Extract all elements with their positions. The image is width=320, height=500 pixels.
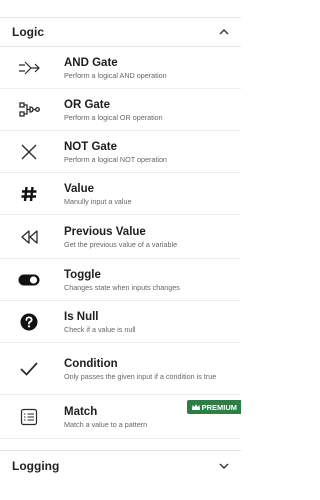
item-name: AND Gate <box>64 56 118 69</box>
item-name: Match <box>64 405 98 418</box>
item-name: OR Gate <box>64 98 111 111</box>
list-icon <box>16 404 42 430</box>
or-gate-icon <box>16 97 42 123</box>
item-desc: Manully input a value <box>64 196 132 206</box>
item-name: Toggle <box>64 268 101 281</box>
chevron-up-icon[interactable] <box>217 25 231 39</box>
item-desc: Only passes the given input if a conditi… <box>64 371 217 381</box>
item-desc: Changes state when inputs changes <box>64 282 180 292</box>
item-desc: Get the previous value of a variable <box>64 239 178 249</box>
item-desc: Match a value to a pattern <box>64 419 148 429</box>
list-item-not-gate[interactable]: NOT Gate Perform a logical NOT operation <box>0 131 241 173</box>
item-name: NOT Gate <box>64 140 118 153</box>
list-item-or-gate[interactable]: OR Gate Perform a logical OR operation <box>0 89 241 131</box>
section-header-logging[interactable]: Logging <box>0 450 241 480</box>
hash-icon <box>16 181 42 207</box>
logic-panel: Logic AND Gate Perform a logical AND ope… <box>0 0 241 500</box>
top-strip <box>0 0 241 17</box>
list-item-match[interactable]: Match Match a value to a pattern PREMIUM <box>0 395 241 439</box>
check-icon <box>16 356 42 382</box>
question-icon <box>16 309 42 335</box>
not-gate-icon <box>16 139 42 165</box>
item-name: Is Null <box>64 310 99 323</box>
crown-icon <box>191 404 200 410</box>
item-name: Value <box>64 182 95 195</box>
list-item-condition[interactable]: Condition Only passes the given input if… <box>0 343 241 395</box>
list-item-is-null[interactable]: Is Null Check if a value is null <box>0 301 241 343</box>
item-desc: Check if a value is null <box>64 324 136 334</box>
list-item-and-gate[interactable]: AND Gate Perform a logical AND operation <box>0 47 241 89</box>
section-title-logic: Logic <box>12 25 44 39</box>
item-desc: Perform a logical NOT operation <box>64 154 167 164</box>
list-item-value[interactable]: Value Manully input a value <box>0 173 241 215</box>
premium-badge: PREMIUM <box>186 400 241 414</box>
section-title-logging: Logging <box>12 458 60 473</box>
chevron-down-icon[interactable] <box>217 459 231 473</box>
section-header-logic[interactable]: Logic <box>0 17 241 47</box>
item-desc: Perform a logical AND operation <box>64 70 167 80</box>
and-gate-icon <box>16 55 42 81</box>
rewind-icon <box>16 224 42 250</box>
item-name: Previous Value <box>64 225 146 238</box>
item-desc: Perform a logical OR operation <box>64 112 163 122</box>
logic-node-list: AND Gate Perform a logical AND operation… <box>0 47 241 439</box>
list-item-toggle[interactable]: Toggle Changes state when inputs changes <box>0 259 241 301</box>
item-name: Condition <box>64 357 118 370</box>
toggle-icon <box>16 267 42 293</box>
list-item-previous-value[interactable]: Previous Value Get the previous value of… <box>0 215 241 259</box>
premium-badge-label: PREMIUM <box>201 402 237 412</box>
